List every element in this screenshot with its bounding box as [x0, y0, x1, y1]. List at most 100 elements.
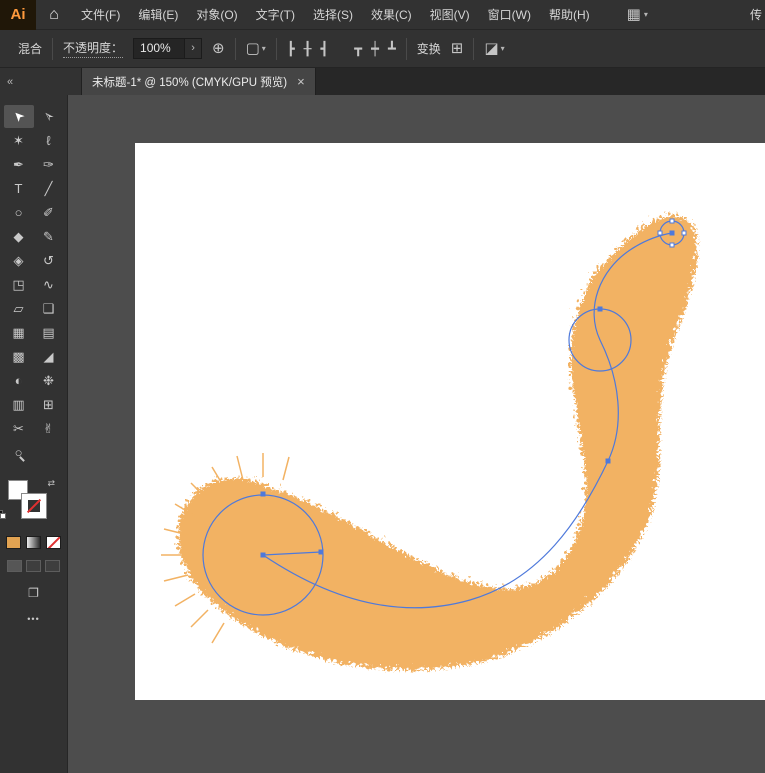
- align-top-icon[interactable]: ┳: [354, 41, 362, 57]
- tool-selection[interactable]: ➤: [4, 105, 34, 128]
- tool-blend[interactable]: ◐: [4, 369, 34, 392]
- draw-inside-button[interactable]: [45, 560, 60, 572]
- anchor-handle[interactable]: [682, 231, 686, 235]
- tool-hand[interactable]: ✌: [34, 417, 64, 440]
- anchor-handle[interactable]: [658, 231, 662, 235]
- gradient-button[interactable]: [26, 536, 41, 549]
- menu-file[interactable]: 文件(F): [72, 0, 129, 30]
- swap-colors-icon[interactable]: ⇄: [48, 478, 56, 489]
- opacity-label[interactable]: 不透明度：: [63, 39, 123, 58]
- collapse-panels-icon[interactable]: «: [7, 76, 13, 88]
- separator: [406, 38, 407, 60]
- align-center-icon[interactable]: ╂: [304, 41, 312, 57]
- tool-pen[interactable]: ✒: [4, 153, 34, 176]
- menu-select[interactable]: 选择(S): [304, 0, 362, 30]
- document-icon: ▢: [246, 41, 260, 56]
- menu-effect[interactable]: 效果(C): [362, 0, 421, 30]
- menu-view[interactable]: 视图(V): [421, 0, 479, 30]
- separator: [235, 38, 236, 60]
- globe-icon[interactable]: ⊕: [212, 41, 225, 56]
- anchor-handle[interactable]: [670, 243, 674, 247]
- anchor-point[interactable]: [261, 553, 266, 558]
- align-right-icon[interactable]: ┫: [320, 41, 328, 57]
- chevron-down-icon: ▾: [262, 44, 266, 53]
- transform-label[interactable]: 变换: [417, 40, 441, 57]
- anchor-point[interactable]: [319, 550, 324, 555]
- tool-curvature[interactable]: ✑: [34, 153, 64, 176]
- opacity-dropdown-icon[interactable]: ›: [185, 38, 202, 59]
- tool-shaper[interactable]: ◆: [4, 225, 34, 248]
- tool-zoom[interactable]: ○: [4, 441, 34, 464]
- tool-line-segment[interactable]: ╱: [34, 177, 64, 200]
- none-button[interactable]: [46, 536, 61, 549]
- stroke-color-swatch[interactable]: [22, 494, 46, 518]
- tool-free-transform[interactable]: ▱: [4, 297, 34, 320]
- anchor-handle[interactable]: [670, 219, 674, 223]
- tool-type[interactable]: T: [4, 177, 34, 200]
- document-tab[interactable]: 未标题-1* @ 150% (CMYK/GPU 预览) ×: [82, 68, 316, 95]
- default-colors-icon[interactable]: [0, 510, 7, 520]
- opacity-value[interactable]: 100%: [133, 38, 185, 59]
- canvas-area[interactable]: [68, 95, 765, 773]
- tools-panel: ➤ ➢ ✶ ℓ ✒ ✑ T ╱ ○ ✐ ◆ ✎ ◈ ↺ ◳ ∿ ▱ ❑ ▦ ▤: [0, 95, 68, 773]
- tool-perspective-grid[interactable]: ▦: [4, 321, 34, 344]
- tool-shape-builder[interactable]: ❑: [34, 297, 64, 320]
- color-button[interactable]: [6, 536, 21, 549]
- workspace-switcher[interactable]: ▦ ▾: [627, 7, 648, 22]
- line-segment-icon: ╱: [45, 182, 53, 195]
- document-tab-title: 未标题-1* @ 150% (CMYK/GPU 预览): [92, 74, 287, 90]
- anchor-point[interactable]: [606, 459, 611, 464]
- pencil-icon: ✎: [43, 230, 54, 243]
- zoom-icon: ○: [15, 446, 23, 459]
- fill-stroke-indicator: ⇄: [6, 480, 62, 524]
- anchor-point[interactable]: [261, 492, 266, 497]
- free-transform-icon: ▱: [14, 302, 24, 315]
- screen-mode-icon[interactable]: ❐: [0, 586, 67, 600]
- menu-edit[interactable]: 编辑(E): [129, 0, 187, 30]
- document-setup-button[interactable]: ▢ ▾: [246, 41, 266, 56]
- canvas-svg[interactable]: [68, 95, 765, 773]
- tool-pencil[interactable]: ✎: [34, 225, 64, 248]
- type-icon: T: [15, 182, 23, 195]
- style-icon: ◪: [484, 41, 498, 56]
- menu-type[interactable]: 文字(T): [247, 0, 304, 30]
- shape-builder-icon: ❑: [43, 302, 55, 315]
- home-icon[interactable]: ⌂: [36, 6, 72, 24]
- close-tab-icon[interactable]: ×: [297, 74, 305, 89]
- menu-object[interactable]: 对象(O): [187, 0, 246, 30]
- eyedropper-icon: ◢: [44, 350, 54, 363]
- style-options-button[interactable]: ◪ ▾: [484, 41, 504, 56]
- eraser-icon: ◈: [14, 254, 24, 267]
- tool-ellipse[interactable]: ○: [4, 201, 34, 224]
- anchor-point[interactable]: [670, 231, 675, 236]
- tool-column-graph[interactable]: ▥: [4, 393, 34, 416]
- tool-magic-wand[interactable]: ✶: [4, 129, 34, 152]
- anchor-point[interactable]: [598, 307, 603, 312]
- draw-normal-button[interactable]: [7, 560, 22, 572]
- tool-scale[interactable]: ◳: [4, 273, 34, 296]
- tool-lasso[interactable]: ℓ: [34, 129, 64, 152]
- opacity-input[interactable]: 100% ›: [133, 38, 202, 59]
- align-bottom-icon[interactable]: ┻: [388, 41, 396, 57]
- more-tools-icon[interactable]: •••: [0, 614, 67, 624]
- tool-slice[interactable]: ✂: [4, 417, 34, 440]
- draw-behind-button[interactable]: [26, 560, 41, 572]
- align-middle-icon[interactable]: ┿: [371, 41, 379, 57]
- tool-artboard[interactable]: ⊞: [34, 393, 64, 416]
- magic-wand-icon: ✶: [13, 134, 24, 147]
- tool-width[interactable]: ∿: [34, 273, 64, 296]
- tool-rotate[interactable]: ↺: [34, 249, 64, 272]
- reference-point-icon[interactable]: ⊞: [451, 41, 464, 56]
- tool-gradient[interactable]: ▩: [4, 345, 34, 368]
- menu-help[interactable]: 帮助(H): [540, 0, 599, 30]
- tool-symbol-sprayer[interactable]: ❉: [34, 369, 64, 392]
- tool-direct-selection[interactable]: ➢: [34, 105, 64, 128]
- tool-mesh[interactable]: ▤: [34, 321, 64, 344]
- workspace-name-truncated[interactable]: 传: [750, 6, 765, 23]
- align-left-icon[interactable]: ┣: [287, 41, 295, 57]
- tool-paintbrush[interactable]: ✐: [34, 201, 64, 224]
- menu-window[interactable]: 窗口(W): [479, 0, 540, 30]
- tool-eraser[interactable]: ◈: [4, 249, 34, 272]
- tool-eyedropper[interactable]: ◢: [34, 345, 64, 368]
- chevron-down-icon: ▾: [644, 10, 648, 19]
